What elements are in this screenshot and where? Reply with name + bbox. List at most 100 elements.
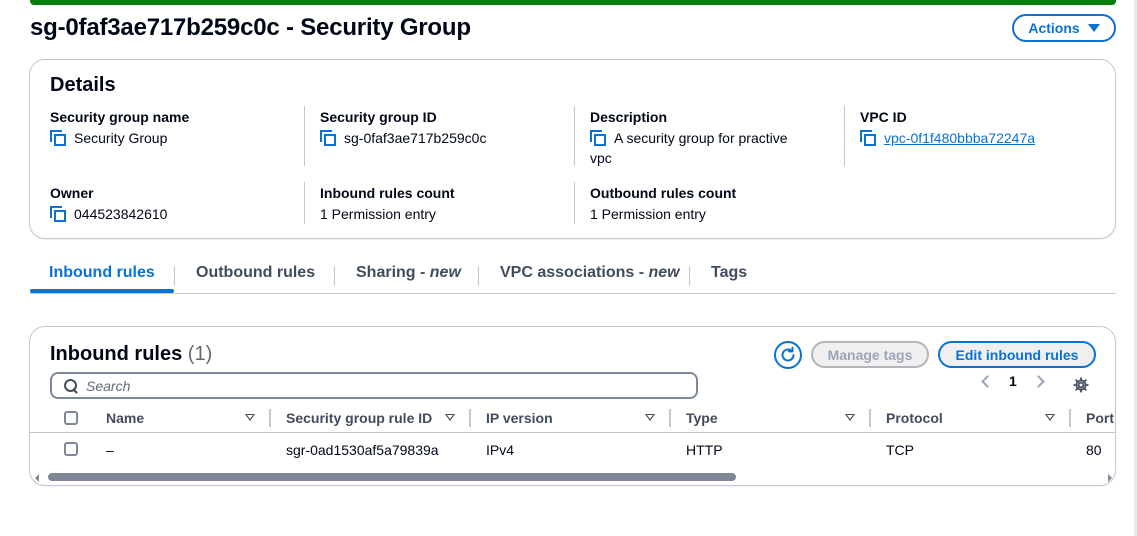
vpc-id-link[interactable]: vpc-0f1f480bbba72247a [884, 128, 1035, 148]
manage-tags-label: Manage tags [827, 346, 913, 363]
inbound-rules-title: Inbound rules (1) [50, 343, 212, 366]
chevron-right-icon[interactable] [1032, 375, 1045, 388]
gear-icon[interactable] [1073, 377, 1089, 393]
field-owner: Owner 044523842610 [50, 184, 167, 224]
success-notification-strip [30, 0, 1116, 5]
security-group-name-value: Security Group [74, 130, 168, 146]
tab-label: VPC associations - [500, 264, 649, 281]
chevron-left-icon[interactable] [981, 375, 994, 388]
field-label: Outbound rules count [590, 185, 737, 201]
sort-icon[interactable] [645, 414, 655, 421]
select-all-checkbox[interactable] [64, 411, 78, 425]
tab-outbound-rules[interactable]: Outbound rules [196, 264, 315, 282]
scroll-left-arrow-icon[interactable] [35, 474, 39, 482]
inbound-rules-heading: Inbound rules [50, 343, 183, 365]
copy-icon[interactable] [590, 130, 606, 146]
field-inbound-rules-count: Inbound rules count 1 Permission entry [320, 184, 455, 224]
field-security-group-id: Security group ID sg-0faf3ae717b259c0c [320, 108, 486, 148]
sort-icon[interactable] [845, 414, 855, 421]
column-header-ip-version[interactable]: IP version [486, 410, 553, 426]
tab-vpc-associations[interactable]: VPC associations - new [500, 264, 680, 282]
tab-label: Outbound rules [196, 264, 316, 281]
outbound-count-value: 1 Permission entry [590, 206, 706, 222]
tab-label: Sharing - [356, 264, 430, 281]
actions-label: Actions [1028, 20, 1080, 36]
row-checkbox[interactable] [64, 442, 78, 456]
field-label: Security group ID [320, 109, 437, 125]
cell-protocol: TCP [886, 442, 914, 458]
column-header-name[interactable]: Name [106, 410, 144, 426]
column-resizer[interactable] [469, 409, 471, 427]
search-icon [64, 378, 78, 393]
cell-port: 80 [1086, 442, 1102, 458]
refresh-button[interactable] [774, 341, 802, 369]
chevron-down-icon [1087, 24, 1100, 32]
active-tab-indicator [30, 289, 174, 293]
column-divider [844, 106, 845, 166]
owner-value: 044523842610 [74, 206, 168, 222]
details-panel: Details Security group name Security Gro… [29, 59, 1116, 239]
column-resizer[interactable] [669, 409, 671, 427]
field-vpc-id: VPC ID vpc-0f1f480bbba72247a [860, 108, 1035, 148]
field-description: Description A security group for practiv… [590, 108, 788, 168]
search-input[interactable] [86, 377, 666, 394]
column-header-rule-id[interactable]: Security group rule ID [286, 410, 432, 426]
field-label: Owner [50, 185, 94, 201]
column-resizer[interactable] [869, 409, 871, 427]
tab-divider [478, 266, 479, 286]
tab-divider [334, 266, 335, 286]
table-row[interactable]: – sgr-0ad1530af5a79839a IPv4 HTTP TCP 80 [30, 434, 1115, 464]
tab-inbound-rules[interactable]: Inbound rules [49, 264, 155, 282]
table-header: Name Security group rule ID IP version T… [30, 403, 1115, 433]
manage-tags-button[interactable]: Manage tags [811, 341, 929, 368]
copy-icon[interactable] [860, 130, 876, 146]
field-outbound-rules-count: Outbound rules count 1 Permission entry [590, 184, 736, 224]
actions-button[interactable]: Actions [1012, 14, 1116, 42]
security-group-id-value: sg-0faf3ae717b259c0c [344, 130, 487, 146]
column-header-port[interactable]: Port [1086, 410, 1114, 426]
field-label: VPC ID [860, 109, 907, 125]
tab-label: Inbound rules [49, 264, 155, 281]
tab-divider [174, 266, 175, 286]
tab-label: Tags [711, 264, 748, 281]
sort-icon[interactable] [245, 414, 255, 421]
column-resizer[interactable] [1069, 409, 1071, 427]
description-value-line2: vpc [590, 150, 612, 166]
details-title: Details [50, 74, 116, 96]
tab-divider [689, 266, 690, 286]
tab-tags[interactable]: Tags [711, 264, 747, 282]
column-header-type[interactable]: Type [686, 410, 718, 426]
column-divider [304, 182, 305, 224]
column-divider [304, 106, 305, 166]
tab-bar: Inbound rules Outbound rules Sharing - n… [30, 258, 1116, 294]
refresh-icon [781, 346, 795, 362]
copy-icon[interactable] [320, 130, 336, 146]
sort-icon[interactable] [1045, 414, 1055, 421]
cell-type: HTTP [686, 442, 723, 458]
copy-icon[interactable] [50, 206, 66, 222]
field-label: Inbound rules count [320, 185, 455, 201]
column-header-protocol[interactable]: Protocol [886, 410, 943, 426]
page-number[interactable]: 1 [1009, 373, 1017, 389]
inbound-rules-count: (1) [187, 343, 213, 365]
edit-inbound-rules-button[interactable]: Edit inbound rules [938, 341, 1096, 368]
tab-new-badge: new [429, 264, 461, 281]
scroll-right-arrow-icon[interactable] [1108, 474, 1112, 482]
cell-ip-version: IPv4 [486, 442, 515, 458]
page-title: sg-0faf3ae717b259c0c - Security Group [30, 14, 471, 41]
scrollbar-thumb[interactable] [48, 473, 736, 481]
copy-icon[interactable] [50, 130, 66, 146]
horizontal-scrollbar[interactable] [30, 471, 1115, 483]
tab-sharing[interactable]: Sharing - new [356, 264, 461, 282]
search-box [50, 372, 698, 399]
field-security-group-name: Security group name Security Group [50, 108, 189, 148]
inbound-count-value: 1 Permission entry [320, 206, 436, 222]
tab-new-badge: new [648, 264, 680, 281]
column-resizer[interactable] [269, 409, 271, 427]
description-value-line1: A security group for practive [614, 130, 788, 146]
field-label: Description [590, 109, 668, 125]
column-divider [574, 182, 575, 224]
column-divider [574, 106, 575, 166]
field-label: Security group name [50, 109, 190, 125]
sort-icon[interactable] [445, 414, 455, 421]
